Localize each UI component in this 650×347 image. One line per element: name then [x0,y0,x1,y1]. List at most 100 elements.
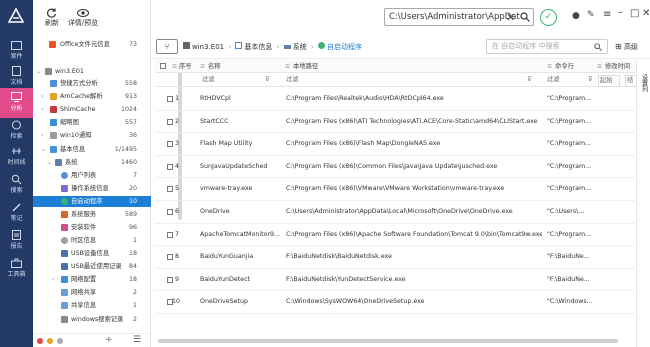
path-filter[interactable]: 过滤 [286,73,526,87]
table-row[interactable]: 3 Flash Map Utility C:\Program Files (x86)… [155,133,635,156]
tree-item-count: 18 [128,276,137,283]
tree-item[interactable]: 系统服务 589 [33,209,151,220]
row-checkbox[interactable] [167,118,173,125]
tree-item-count: 1024 [120,106,137,113]
breadcrumb-item[interactable]: 系统 [293,43,307,51]
tree-item[interactable]: 安装软件 96 [33,222,151,233]
column-header-no[interactable]: 序号 [179,60,192,73]
advanced-label: 高级 [623,43,638,51]
filter-icon[interactable]: ⊽ [588,73,593,87]
tree-item[interactable]: 缩略图 557 [33,117,151,128]
cell-cmd: "C:\Program... [547,230,592,238]
rail-item-toolbox[interactable]: 工具箱 [0,254,33,284]
table-horizontal-scrollbar[interactable] [155,338,635,344]
detail-preview-button[interactable]: 详情/预览 [65,8,101,28]
orange-dot-icon[interactable] [47,338,53,344]
row-checkbox[interactable] [167,254,173,261]
rail-item-timeline[interactable]: 时间线 [0,142,33,172]
breadcrumb-item[interactable]: 基本信息 [244,43,272,51]
table-row[interactable]: 5 vmware-tray.exe C:\Program Files (x86)\V… [155,178,635,201]
column-header-cmd[interactable]: 命令行 [555,60,574,73]
tree-item[interactable]: USB最近使用记录 84 [33,261,151,272]
row-checkbox[interactable] [167,141,173,148]
rail-item-notes[interactable]: 笔记 [0,198,33,228]
tree-item[interactable]: › win10通知 36 [33,130,151,141]
breadcrumb-item-current[interactable]: 自启动程序 [327,43,362,51]
tree-item-label: 缩略图 [60,119,79,126]
column-settings-panel[interactable]: 设置列 [636,60,650,347]
filter-icon[interactable]: ⊽ [527,73,532,87]
table-row[interactable]: 9 BaiduYunDetect F:\BaiduNetdisk\YunDetect… [155,269,635,292]
tree-item[interactable]: 操作系统信息 20 [33,183,151,194]
row-checkbox[interactable] [167,209,173,215]
cell-path: C:\Program Files (x86)\VMware\VMware Wor… [286,185,505,193]
tree-item[interactable]: 网络共享 2 [33,287,151,298]
scrollbar-thumb[interactable] [158,339,618,343]
collapse-icon[interactable]: ÷ [105,335,113,345]
red-dot-icon[interactable] [37,338,43,344]
column-header-path[interactable]: 本地路径 [293,60,318,73]
cell-path: C:\Program Files\Realtek\Audio\HDA\RtDCp… [286,95,444,102]
rail-item-report[interactable]: 报告 [0,226,33,256]
close-icon[interactable]: ✕ [642,8,650,19]
rail-item-query[interactable]: 搜索 [0,170,33,200]
cell-no: 1 [175,95,180,102]
table-row[interactable]: 10 OneDriveSetup C:\Windows\SysWOW64\OneDr… [155,291,635,314]
tree-item[interactable]: ⌄ win3.E01 [33,66,151,77]
table-row[interactable]: 1 RtHDVCpl C:\Program Files\Realtek\Audio\… [155,88,635,111]
row-checkbox[interactable] [167,163,173,170]
tree-item[interactable]: › 网络配置 18 [33,274,151,285]
cell-name: OneDrive [200,208,230,215]
table-row[interactable]: 6 OneDrive C:\Users\Administrator\AppData\… [155,201,635,224]
filter-icon[interactable]: ⊽ [265,73,270,87]
search-icon[interactable] [594,43,602,51]
pin-icon[interactable]: ✎ [587,10,595,20]
search-icon[interactable] [520,12,530,22]
table-row[interactable]: 7 ApacheTomcatMonitor9... C:\Program Files… [155,224,635,247]
tree-item[interactable]: 共享信息 1 [33,300,151,311]
tree-item-count: 1 [132,302,137,309]
tree-item[interactable]: › AmCache解析 913 [33,91,151,102]
rail-item-analysis[interactable]: 分析 [0,88,33,118]
row-checkbox[interactable] [167,231,173,238]
branch-button[interactable]: ⑂ [156,39,178,54]
row-checkbox[interactable] [167,96,173,102]
tree-item[interactable]: Office文件元信息 73 [33,39,151,50]
tree-item-label: 用户列表 [71,172,97,179]
tree-item[interactable]: › ShimCache 1024 [33,104,151,115]
table-row[interactable]: 2 StartCCC C:\Program Files (x86)\ATI Tech… [155,111,635,134]
clear-icon[interactable]: ✕ [506,11,515,24]
advanced-search-button[interactable]: ⊞ 高级 [615,41,638,53]
list-view-icon[interactable]: ☰ [133,335,141,345]
row-checkbox[interactable] [167,186,173,193]
table-search-input[interactable]: 在 自启动程序 中搜索 [486,39,608,54]
cmd-filter[interactable]: 过滤 [547,73,585,87]
filter-placeholder: 过滤 [202,76,215,83]
table-row[interactable]: 4 SunJavaUpdateSched C:\Program Files (x86… [155,156,635,179]
row-checkbox[interactable] [167,276,173,283]
select-all-checkbox[interactable] [160,63,166,69]
monitor-icon [11,92,22,102]
tree-item[interactable]: 快捷方式分析 558 [33,78,151,89]
time-filter-start[interactable]: 起始 [598,75,620,87]
tree-item[interactable]: ⌄ 系统 1460 [33,157,151,168]
menu-icon[interactable]: ≡ [603,9,611,20]
column-header-mtime[interactable]: 修改时间 [605,60,630,73]
user-icon[interactable]: ● [572,11,580,21]
maximize-icon[interactable]: □ [630,8,639,19]
tree-item[interactable]: windows搜索记录 2 [33,314,151,325]
breadcrumb-item[interactable]: win3.E01 [192,43,224,51]
verify-button[interactable]: ✓ [540,9,557,26]
tree-item[interactable]: 用户列表 7 [33,170,151,181]
minimize-icon[interactable]: – [618,7,623,18]
tree-item[interactable]: 时区信息 1 [33,235,151,246]
column-header-name[interactable]: 名称 [208,60,221,73]
tree-item-label: 快捷方式分析 [60,80,98,87]
table-row[interactable]: 8 BaiduYunGuanjia F:\BaiduNetdisk\BaiduNet… [155,246,635,269]
refresh-button[interactable]: 刷新 [37,8,67,28]
tree-item-selected[interactable]: 自启动程序 10 [33,196,151,207]
tree-item[interactable]: ⌄ 基本信息 1/1495 [33,144,151,155]
tree-item[interactable]: USB设备信息 18 [33,248,151,259]
gray-dot-icon[interactable] [57,338,63,344]
app-logo-icon [7,7,25,23]
